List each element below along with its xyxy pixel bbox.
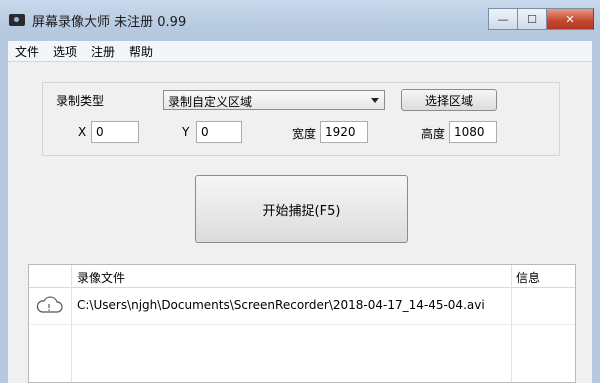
maximize-icon: ☐ [527, 12, 537, 26]
window-controls: — ☐ ✕ [488, 8, 594, 30]
x-input[interactable]: 0 [91, 121, 139, 143]
minimize-button[interactable]: — [488, 8, 517, 30]
menu-file[interactable]: 文件 [8, 43, 46, 60]
height-input[interactable]: 1080 [449, 121, 497, 143]
width-input[interactable]: 1920 [320, 121, 368, 143]
y-input[interactable]: 0 [196, 121, 242, 143]
list-header: 录像文件 信息 [29, 265, 575, 288]
column-header-file[interactable]: 录像文件 [77, 269, 125, 286]
table-row[interactable]: C:\Users\njgh\Documents\ScreenRecorder\2… [29, 288, 575, 325]
record-type-label: 录制类型 [56, 94, 105, 108]
window-title: 屏幕录像大师 未注册 0.99 [32, 15, 187, 30]
app-window: 屏幕录像大师 未注册 0.99 — ☐ ✕ 文件 选项 注册 帮助 录制类型 录… [0, 0, 600, 383]
maximize-button[interactable]: ☐ [517, 8, 546, 30]
camera-icon [9, 14, 25, 26]
title-bar[interactable]: 屏幕录像大师 未注册 0.99 — ☐ ✕ [0, 0, 600, 40]
menu-register[interactable]: 注册 [84, 43, 122, 60]
select-area-button[interactable]: 选择区域 [401, 89, 497, 111]
menu-options[interactable]: 选项 [46, 43, 84, 60]
record-type-value: 录制自定义区域 [168, 95, 253, 109]
start-capture-button[interactable]: 开始捕捉(F5) [195, 175, 408, 243]
y-label: Y [182, 125, 190, 139]
x-label: X [78, 125, 87, 139]
chevron-down-icon [371, 98, 379, 103]
recordings-list: 录像文件 信息 C:\Users\njgh\Documents\ScreenRe… [28, 264, 576, 383]
column-header-info[interactable]: 信息 [516, 269, 540, 286]
record-type-select[interactable]: 录制自定义区域 [163, 90, 385, 110]
minimize-icon: — [497, 12, 509, 26]
height-label: 高度 [421, 127, 446, 141]
menu-bar: 文件 选项 注册 帮助 [8, 41, 592, 62]
close-icon: ✕ [565, 12, 575, 26]
client-area: 录制类型 录制自定义区域 选择区域 X 0 Y 0 宽度 1920 高度 108… [8, 62, 592, 383]
settings-group: 录制类型 录制自定义区域 选择区域 X 0 Y 0 宽度 1920 高度 108… [42, 82, 560, 156]
close-button[interactable]: ✕ [546, 8, 594, 30]
file-path: C:\Users\njgh\Documents\ScreenRecorder\2… [77, 298, 485, 312]
cloud-icon [36, 296, 63, 313]
menu-help[interactable]: 帮助 [122, 43, 160, 60]
width-label: 宽度 [292, 127, 317, 141]
